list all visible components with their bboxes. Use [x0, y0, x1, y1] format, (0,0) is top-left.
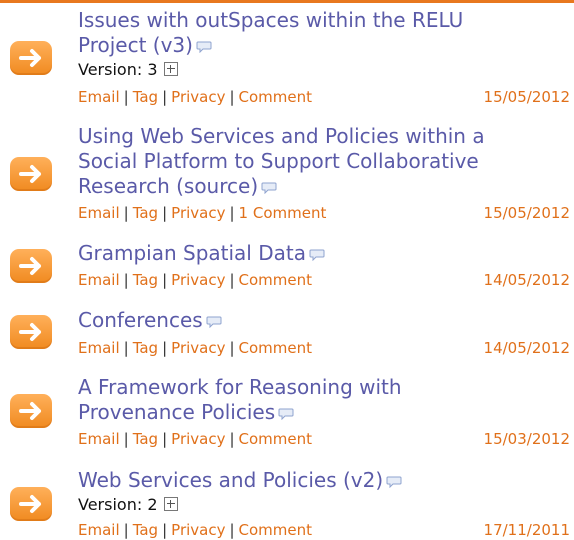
- comment-link[interactable]: Comment: [239, 430, 313, 448]
- item-date: 15/03/2012: [483, 430, 570, 448]
- comment-link[interactable]: Comment: [239, 521, 313, 539]
- tag-link[interactable]: Tag: [133, 271, 158, 289]
- item-actions: Email | Tag | Privacy | Comment: [78, 88, 313, 106]
- item-actions: Email | Tag | Privacy | Comment: [78, 430, 313, 448]
- email-link[interactable]: Email: [78, 271, 120, 289]
- speech-bubble-icon[interactable]: [309, 242, 325, 267]
- privacy-link[interactable]: Privacy: [171, 271, 225, 289]
- tag-link[interactable]: Tag: [133, 88, 158, 106]
- arrow-right-icon[interactable]: [10, 41, 52, 75]
- comment-link[interactable]: Comment: [239, 339, 313, 357]
- item-date: 14/05/2012: [483, 339, 570, 357]
- email-link[interactable]: Email: [78, 430, 120, 448]
- item-date: 15/05/2012: [483, 204, 570, 222]
- top-accent-bar: [0, 0, 574, 3]
- item-title[interactable]: Using Web Services and Policies within a…: [78, 124, 548, 200]
- tag-link[interactable]: Tag: [133, 430, 158, 448]
- privacy-link[interactable]: Privacy: [171, 88, 225, 106]
- email-link[interactable]: Email: [78, 204, 120, 222]
- speech-bubble-icon[interactable]: [278, 401, 294, 426]
- item-date: 14/05/2012: [483, 271, 570, 289]
- item-actions: Email | Tag | Privacy | Comment: [78, 521, 313, 539]
- privacy-link[interactable]: Privacy: [171, 339, 225, 357]
- arrow-right-icon[interactable]: [10, 157, 52, 191]
- version-label: Version: 3: [78, 60, 178, 80]
- speech-bubble-icon[interactable]: [386, 469, 402, 494]
- item-title[interactable]: Conferences: [78, 308, 548, 334]
- item-actions: Email | Tag | Privacy | 1 Comment: [78, 204, 327, 222]
- arrow-right-icon[interactable]: [10, 394, 52, 428]
- comment-link[interactable]: Comment: [239, 88, 313, 106]
- plus-box-icon[interactable]: [163, 62, 178, 76]
- item-actions: Email | Tag | Privacy | Comment: [78, 271, 313, 289]
- speech-bubble-icon[interactable]: [206, 309, 222, 334]
- item-title[interactable]: Web Services and Policies (v2): [78, 468, 548, 494]
- tag-link[interactable]: Tag: [133, 521, 158, 539]
- email-link[interactable]: Email: [78, 339, 120, 357]
- comment-link[interactable]: 1 Comment: [239, 204, 327, 222]
- email-link[interactable]: Email: [78, 88, 120, 106]
- tag-link[interactable]: Tag: [133, 339, 158, 357]
- privacy-link[interactable]: Privacy: [171, 521, 225, 539]
- tag-link[interactable]: Tag: [133, 204, 158, 222]
- item-date: 17/11/2011: [483, 521, 570, 539]
- version-label: Version: 2: [78, 495, 178, 515]
- item-title[interactable]: Issues with outSpaces within the RELU Pr…: [78, 8, 548, 59]
- privacy-link[interactable]: Privacy: [171, 204, 225, 222]
- item-title[interactable]: Grampian Spatial Data: [78, 241, 548, 267]
- comment-link[interactable]: Comment: [239, 271, 313, 289]
- item-title[interactable]: A Framework for Reasoning with Provenanc…: [78, 375, 548, 426]
- email-link[interactable]: Email: [78, 521, 120, 539]
- item-actions: Email | Tag | Privacy | Comment: [78, 339, 313, 357]
- plus-box-icon[interactable]: [163, 497, 178, 511]
- item-date: 15/05/2012: [483, 88, 570, 106]
- speech-bubble-icon[interactable]: [196, 34, 212, 59]
- arrow-right-icon[interactable]: [10, 249, 52, 283]
- speech-bubble-icon[interactable]: [261, 175, 277, 200]
- arrow-right-icon[interactable]: [10, 487, 52, 521]
- privacy-link[interactable]: Privacy: [171, 430, 225, 448]
- arrow-right-icon[interactable]: [10, 315, 52, 349]
